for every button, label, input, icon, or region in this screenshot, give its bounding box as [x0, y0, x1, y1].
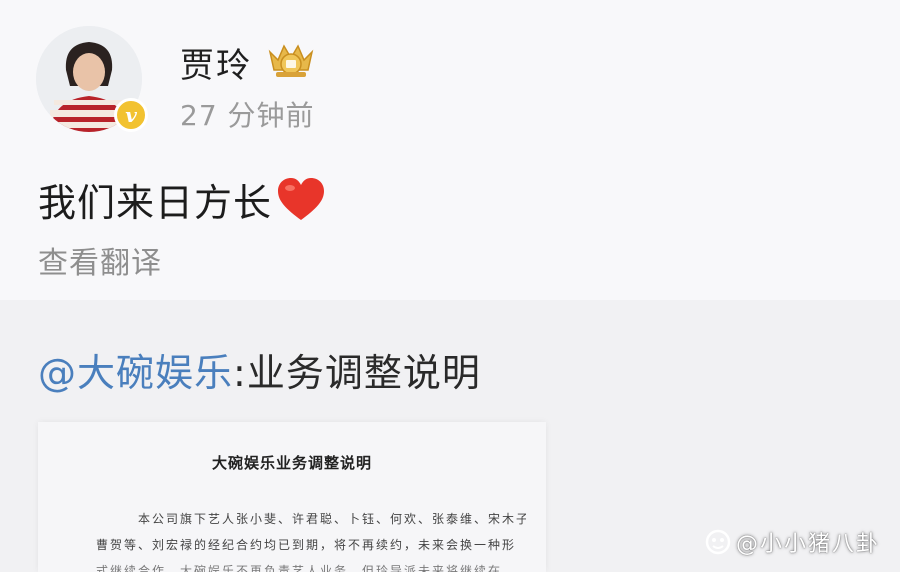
- repost-title: @大碗娱乐:业务调整说明: [38, 342, 481, 397]
- document-line: 曹贺等、刘宏禄的经纪合约均已到期，将不再续约，未来会换一种形: [96, 538, 517, 552]
- document-title: 大碗娱乐业务调整说明: [211, 454, 372, 472]
- translate-link[interactable]: 查看翻译: [38, 238, 162, 282]
- heart-emoji-icon: [278, 177, 325, 220]
- document-image[interactable]: 大碗娱乐业务调整说明 本公司旗下艺人张小斐、许君聪、卜钰、何欢、张泰维、宋木子、…: [38, 422, 546, 572]
- repost-mention-link[interactable]: @大碗娱乐: [38, 351, 233, 395]
- username[interactable]: 贾玲: [180, 38, 252, 87]
- post-text-content: 我们来日方长: [38, 181, 273, 225]
- repost-title-text: :业务调整说明: [233, 351, 481, 395]
- watermark-text: @小小猪八卦: [735, 532, 880, 557]
- verified-badge-icon: v: [114, 98, 148, 132]
- post-text: 我们来日方长: [38, 172, 326, 227]
- watermark-logo-icon: [705, 529, 731, 555]
- watermark: @小小猪八卦: [704, 526, 880, 558]
- post-time: 27 分钟前: [180, 99, 315, 132]
- vip-crown-badge-icon: [268, 44, 314, 77]
- document-line: 式继续合作，大碗娱乐不再负责艺人业务，但玲导派未来将继续在: [96, 564, 503, 572]
- document-line: 本公司旗下艺人张小斐、许君聪、卜钰、何欢、张泰维、宋木子、: [138, 512, 526, 526]
